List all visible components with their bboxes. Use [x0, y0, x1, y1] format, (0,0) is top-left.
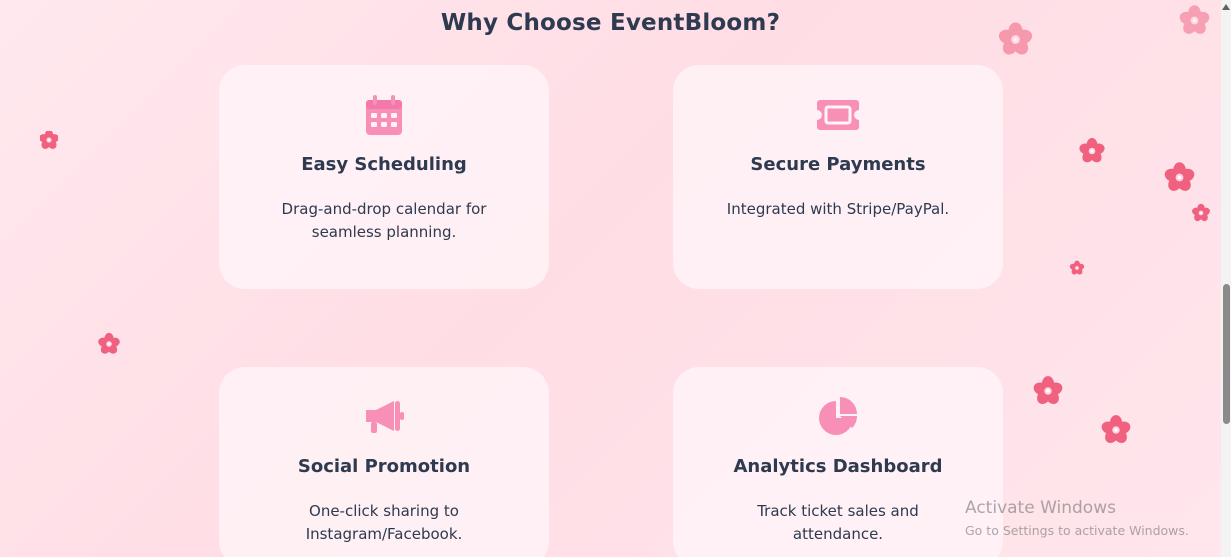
cherry-blossom-icon: [997, 22, 1034, 58]
feature-description: One-click sharing to Instagram/Facebook.: [305, 502, 463, 543]
feature-title: Social Promotion: [297, 456, 471, 477]
feature-title: Easy Scheduling: [301, 154, 467, 175]
cherry-blossom-icon: [1163, 162, 1196, 194]
feature-card-analytics-dashboard: Analytics Dashboard Track ticket sales a…: [673, 367, 1003, 557]
cherry-blossom-icon: [97, 332, 121, 356]
feature-title: Secure Payments: [750, 154, 926, 175]
calendar-icon: [219, 95, 549, 135]
features-section: Why Choose EventBloom? Easy Scheduling D…: [0, 0, 1221, 557]
watermark-subtitle: Go to Settings to activate Windows.: [965, 523, 1189, 538]
feature-card-social-promotion: Social Promotion One-click sharing to In…: [219, 367, 549, 557]
feature-description: Integrated with Stripe/PayPal.: [726, 200, 950, 218]
feature-description: Track ticket sales and attendance.: [757, 502, 919, 543]
ticket-icon: [673, 95, 1003, 135]
vertical-scrollbar[interactable]: [1221, 0, 1231, 557]
feature-title: Analytics Dashboard: [733, 456, 943, 477]
cherry-blossom-icon: [1032, 376, 1064, 407]
scrollbar-thumb[interactable]: [1223, 284, 1230, 424]
cherry-blossom-icon: [1178, 5, 1211, 37]
watermark-title: Activate Windows: [965, 498, 1116, 518]
scroll-up-arrow-icon[interactable]: [1222, 4, 1230, 10]
feature-card-secure-payments: Secure Payments Integrated with Stripe/P…: [673, 65, 1003, 289]
windows-activation-watermark: Activate Windows Go to Settings to activ…: [965, 498, 1189, 538]
feature-card-easy-scheduling: Easy Scheduling Drag-and-drop calendar f…: [219, 65, 549, 289]
megaphone-icon: [219, 397, 549, 437]
feature-description: Drag-and-drop calendar for seamless plan…: [281, 200, 487, 241]
pie-chart-icon: [673, 397, 1003, 437]
cherry-blossom-icon: [1069, 260, 1085, 276]
cherry-blossom-icon: [1078, 138, 1106, 165]
cherry-blossom-icon: [1100, 415, 1132, 446]
section-title: Why Choose EventBloom?: [440, 10, 781, 36]
cherry-blossom-icon: [40, 131, 58, 149]
cherry-blossom-icon: [1191, 203, 1211, 223]
